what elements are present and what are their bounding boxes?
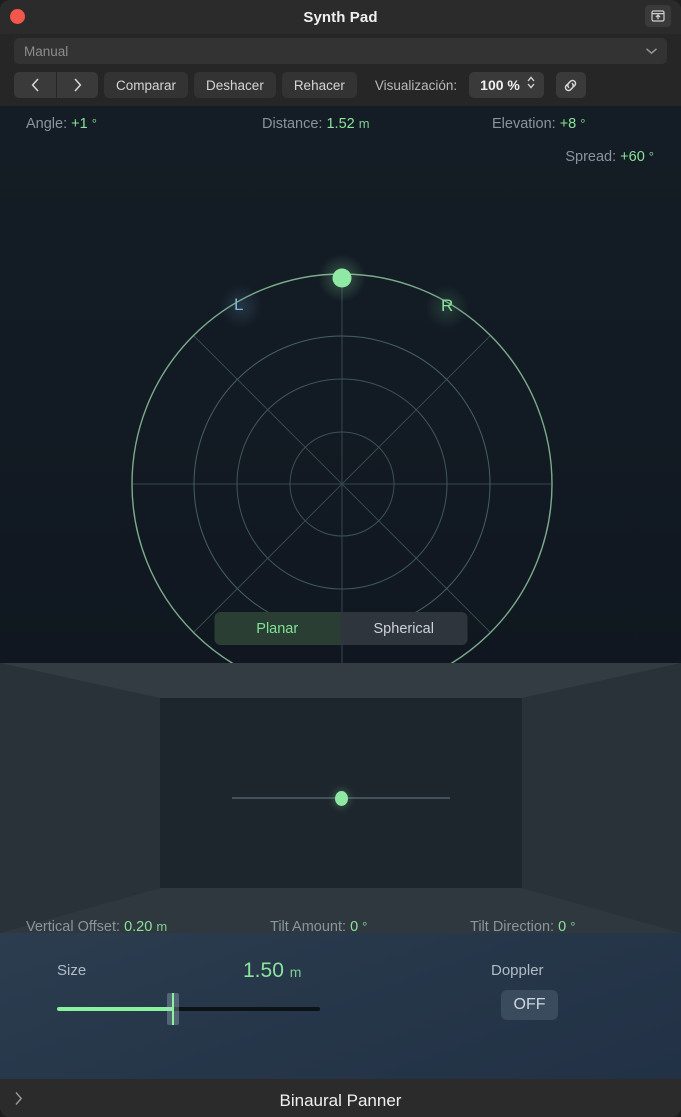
chevron-right-icon bbox=[74, 78, 82, 92]
tilt-direction-value: 0 bbox=[558, 919, 567, 933]
size-slider[interactable] bbox=[57, 993, 320, 1025]
zoom-stepper[interactable]: 100 % bbox=[469, 72, 544, 98]
link-button[interactable] bbox=[555, 72, 586, 98]
preset-next-button[interactable] bbox=[56, 72, 98, 98]
preset-value: Manual bbox=[24, 43, 69, 59]
export-share-icon bbox=[651, 10, 665, 22]
readout-tilt-amount: Tilt Amount: 0 ° bbox=[270, 919, 367, 933]
polar-panner-section[interactable]: Angle: +1 ° Distance: 1.52 m Elevation: … bbox=[0, 106, 681, 663]
mode-toggle: Planar Spherical bbox=[214, 612, 467, 645]
room-right-wall bbox=[522, 663, 681, 933]
size-doppler-section: Size 1.50 m Doppler OFF bbox=[0, 933, 681, 1079]
window-title: Synth Pad bbox=[303, 8, 378, 26]
stepper-updown-icon bbox=[526, 75, 536, 95]
chevron-left-icon bbox=[31, 78, 39, 92]
vertical-offset-value: 0.20 bbox=[124, 919, 153, 933]
vertical-offset-unit: m bbox=[156, 919, 168, 933]
close-button[interactable] bbox=[10, 9, 25, 24]
polar-grid[interactable]: L R bbox=[0, 106, 681, 663]
tilt-amount-unit: ° bbox=[362, 919, 368, 933]
speaker-right-label: R bbox=[441, 296, 454, 315]
size-value: 1.50 bbox=[243, 959, 284, 982]
size-unit: m bbox=[289, 964, 302, 980]
title-bar: Synth Pad bbox=[0, 0, 681, 34]
compare-button[interactable]: Comparar bbox=[104, 72, 189, 98]
mode-planar-button[interactable]: Planar bbox=[214, 612, 341, 645]
plugin-name: Binaural Panner bbox=[279, 1090, 402, 1110]
doppler-label: Doppler bbox=[491, 962, 544, 979]
mode-spherical-button[interactable]: Spherical bbox=[340, 612, 467, 645]
room-left-wall bbox=[0, 663, 160, 933]
preset-nav-group bbox=[14, 72, 98, 98]
size-slider-handle[interactable] bbox=[166, 993, 179, 1025]
footer-expand-button[interactable] bbox=[14, 1091, 23, 1111]
room-elevation-section[interactable]: Vertical Offset: 0.20 m Tilt Amount: 0 °… bbox=[0, 663, 681, 933]
size-slider-fill bbox=[57, 1007, 173, 1011]
plugin-window: Synth Pad Manual Comparar Deshacer Rehac… bbox=[0, 0, 681, 1117]
undo-button[interactable]: Deshacer bbox=[194, 72, 276, 98]
preset-dropdown[interactable]: Manual bbox=[14, 38, 667, 64]
tilt-amount-label: Tilt Amount: bbox=[270, 919, 347, 933]
tilt-direction-label: Tilt Direction: bbox=[470, 919, 555, 933]
size-label: Size bbox=[57, 962, 87, 979]
export-share-button[interactable] bbox=[645, 5, 671, 27]
source-dot bbox=[332, 268, 352, 288]
speaker-left-label: L bbox=[234, 295, 244, 314]
zoom-value: 100 % bbox=[480, 77, 520, 93]
view-label: Visualización: bbox=[374, 77, 458, 93]
readout-tilt-direction: Tilt Direction: 0 ° bbox=[470, 919, 575, 933]
redo-button[interactable]: Rehacer bbox=[281, 72, 357, 98]
doppler-toggle-button[interactable]: OFF bbox=[501, 990, 558, 1020]
preset-prev-button[interactable] bbox=[14, 72, 56, 98]
footer-bar: Binaural Panner bbox=[0, 1079, 681, 1117]
chevron-down-icon bbox=[645, 42, 658, 60]
chevron-right-icon bbox=[15, 1091, 23, 1105]
vertical-offset-label: Vertical Offset: bbox=[26, 919, 121, 933]
room-source-dot[interactable] bbox=[335, 791, 348, 806]
toolbar-row: Comparar Deshacer Rehacer Visualización:… bbox=[14, 72, 667, 98]
toolbar: Manual Comparar Deshacer Rehacer Visuali… bbox=[0, 34, 681, 106]
readout-vertical-offset: Vertical Offset: 0.20 m bbox=[26, 919, 167, 933]
size-value-display: 1.50 m bbox=[243, 959, 301, 983]
link-chain-icon bbox=[565, 79, 577, 91]
tilt-direction-unit: ° bbox=[570, 919, 576, 933]
tilt-amount-value: 0 bbox=[350, 919, 359, 933]
